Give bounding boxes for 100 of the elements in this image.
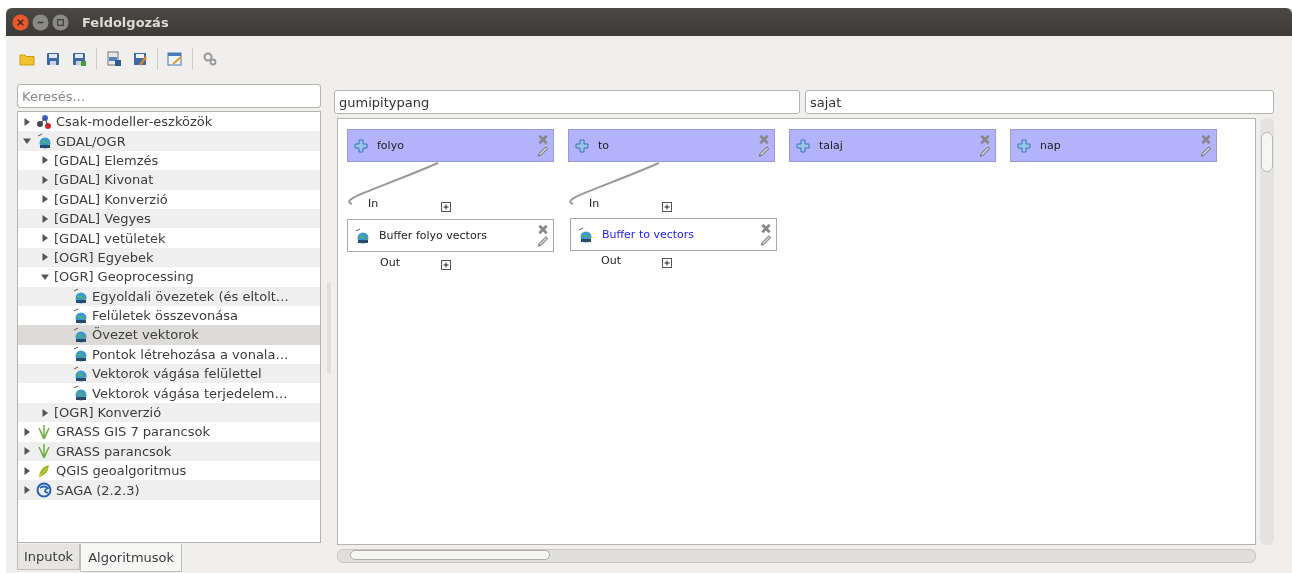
node-label: Buffer folyo vectors [379, 229, 487, 242]
expand-arrow-icon[interactable] [41, 408, 49, 417]
port-label: In [368, 197, 379, 210]
tree-item[interactable]: Vektorok vágása felülettel [18, 364, 320, 384]
port-label: Out [601, 254, 621, 267]
tree-item[interactable]: QGIS geoalgoritmus [18, 461, 320, 481]
minimize-button[interactable] [32, 13, 49, 31]
run-icon[interactable] [201, 50, 219, 68]
export-image-icon[interactable] [105, 50, 123, 68]
expand-box-icon[interactable] [662, 258, 672, 268]
save-as-icon[interactable] [70, 50, 88, 68]
expand-arrow-icon[interactable] [23, 117, 31, 126]
expand-arrow-icon[interactable] [23, 486, 31, 495]
tree-item-label: GRASS parancsok [56, 443, 172, 459]
node-label: nap [1040, 139, 1061, 152]
tree-item[interactable]: Vektorok vágása terjedelem… [18, 383, 320, 403]
tree-item-label: GRASS GIS 7 parancsok [56, 424, 210, 440]
tab[interactable]: Inputok [17, 544, 81, 570]
window-title: Feldolgozás [82, 14, 169, 30]
tree-item-label: QGIS geoalgoritmus [56, 463, 187, 479]
horizontal-scrollbar[interactable] [337, 549, 1256, 563]
algorithm-node[interactable]: Buffer folyo vectors [347, 219, 554, 252]
tree-item[interactable]: [GDAL] Elemzés [18, 150, 320, 171]
tree-item-label: Pontok létrehozása a vonala… [92, 346, 289, 362]
tree-item[interactable]: SAGA (2.2.3) [18, 480, 320, 500]
expand-box-icon[interactable] [441, 260, 451, 270]
tree-item-label: [OGR] Konverzió [54, 405, 162, 421]
tree-item[interactable]: [OGR] Konverzió [18, 402, 320, 423]
search-field[interactable]: Keresés... [17, 84, 321, 108]
node-label: Buffer to vectors [602, 228, 695, 241]
maximize-button[interactable] [52, 13, 69, 31]
edit-help-icon[interactable] [166, 50, 184, 68]
tree-item[interactable]: Csak-modeller-eszközök [18, 112, 320, 132]
globe-icon [72, 307, 88, 324]
grass-icon [36, 443, 52, 460]
tree-item[interactable]: GDAL/OGR [18, 131, 320, 151]
vertical-scrollbar[interactable] [1260, 118, 1274, 545]
tree-item-label: Csak-modeller-eszközök [56, 114, 213, 130]
tree-item[interactable]: [GDAL] Vegyes [18, 208, 320, 229]
delete-icon[interactable] [537, 223, 549, 235]
node-label: talaj [819, 139, 843, 152]
expand-arrow-icon[interactable] [41, 195, 49, 204]
expand-arrow-icon[interactable] [23, 466, 31, 475]
expand-arrow-icon[interactable] [23, 447, 31, 456]
tree-item[interactable]: [GDAL] vetületek [18, 228, 320, 248]
node-label: folyo [377, 139, 404, 152]
model-name-field[interactable]: gumipitypang [334, 90, 800, 114]
tree-item-label: [OGR] Geoprocessing [54, 269, 194, 285]
port-label: Out [380, 256, 400, 269]
plus-icon [1017, 138, 1031, 153]
tree-item-label: Övezet vektorok [92, 327, 199, 343]
expand-box-icon[interactable] [441, 202, 451, 212]
save-icon[interactable] [44, 50, 62, 68]
expand-arrow-icon[interactable] [41, 175, 49, 184]
tree-item-label: Egyoldali övezetek (és eltolt… [92, 288, 289, 304]
tab[interactable]: Algoritmusok [80, 544, 183, 572]
tree-item-label: [GDAL] Kivonat [54, 172, 154, 188]
tree-item[interactable]: Övezet vektorok [18, 325, 320, 345]
expand-arrow-icon[interactable] [23, 427, 31, 436]
globe-icon [72, 385, 88, 402]
tree-item-label: SAGA (2.2.3) [56, 482, 140, 498]
tree-item[interactable]: GRASS GIS 7 parancsok [18, 422, 320, 442]
tree-item[interactable]: [GDAL] Kivonat [18, 170, 320, 190]
globe-icon [354, 227, 370, 244]
tree-item[interactable]: GRASS parancsok [18, 441, 320, 462]
globe-icon [36, 133, 52, 150]
expand-arrow-icon[interactable] [41, 156, 49, 165]
port-label: In [589, 197, 600, 210]
tree-item-label: GDAL/OGR [56, 133, 126, 149]
model-group-field[interactable]: sajat [805, 90, 1274, 114]
delete-icon[interactable] [760, 222, 772, 234]
tree-item-label: Vektorok vágása felülettel [92, 366, 262, 382]
export-python-icon[interactable] [131, 50, 149, 68]
globe-icon [72, 327, 88, 343]
globe-icon [72, 365, 88, 382]
pencil-icon[interactable] [536, 234, 550, 248]
nodes-icon [36, 113, 52, 130]
leaf-icon [36, 462, 52, 479]
expand-box-icon[interactable] [662, 202, 672, 212]
pencil-icon[interactable] [759, 233, 773, 247]
tree-item-label: [GDAL] vetületek [54, 230, 166, 246]
node-label: to [598, 139, 610, 152]
expand-arrow-icon[interactable] [41, 272, 49, 281]
close-button[interactable] [12, 13, 29, 31]
tree-item[interactable]: [OGR] Geoprocessing [18, 267, 320, 287]
expand-arrow-icon[interactable] [41, 214, 49, 223]
expand-arrow-icon[interactable] [41, 234, 49, 243]
globe-icon [72, 346, 88, 363]
expand-arrow-icon[interactable] [23, 137, 31, 146]
expand-arrow-icon[interactable] [41, 253, 49, 262]
tree-item[interactable]: Felületek összevonása [18, 305, 320, 326]
tree-item[interactable]: [GDAL] Konverzió [18, 189, 320, 209]
tree-item-label: [OGR] Egyebek [54, 249, 154, 265]
plus-icon [796, 138, 810, 153]
swirl-icon [36, 482, 52, 499]
tree-item[interactable]: [OGR] Egyebek [18, 247, 320, 268]
tree-item[interactable]: Egyoldali övezetek (és eltolt… [18, 286, 320, 306]
tree-item[interactable]: Pontok létrehozása a vonala… [18, 344, 320, 365]
algorithm-node[interactable]: Buffer to vectors [570, 218, 777, 251]
tree-item-label: Felületek összevonása [92, 308, 238, 324]
